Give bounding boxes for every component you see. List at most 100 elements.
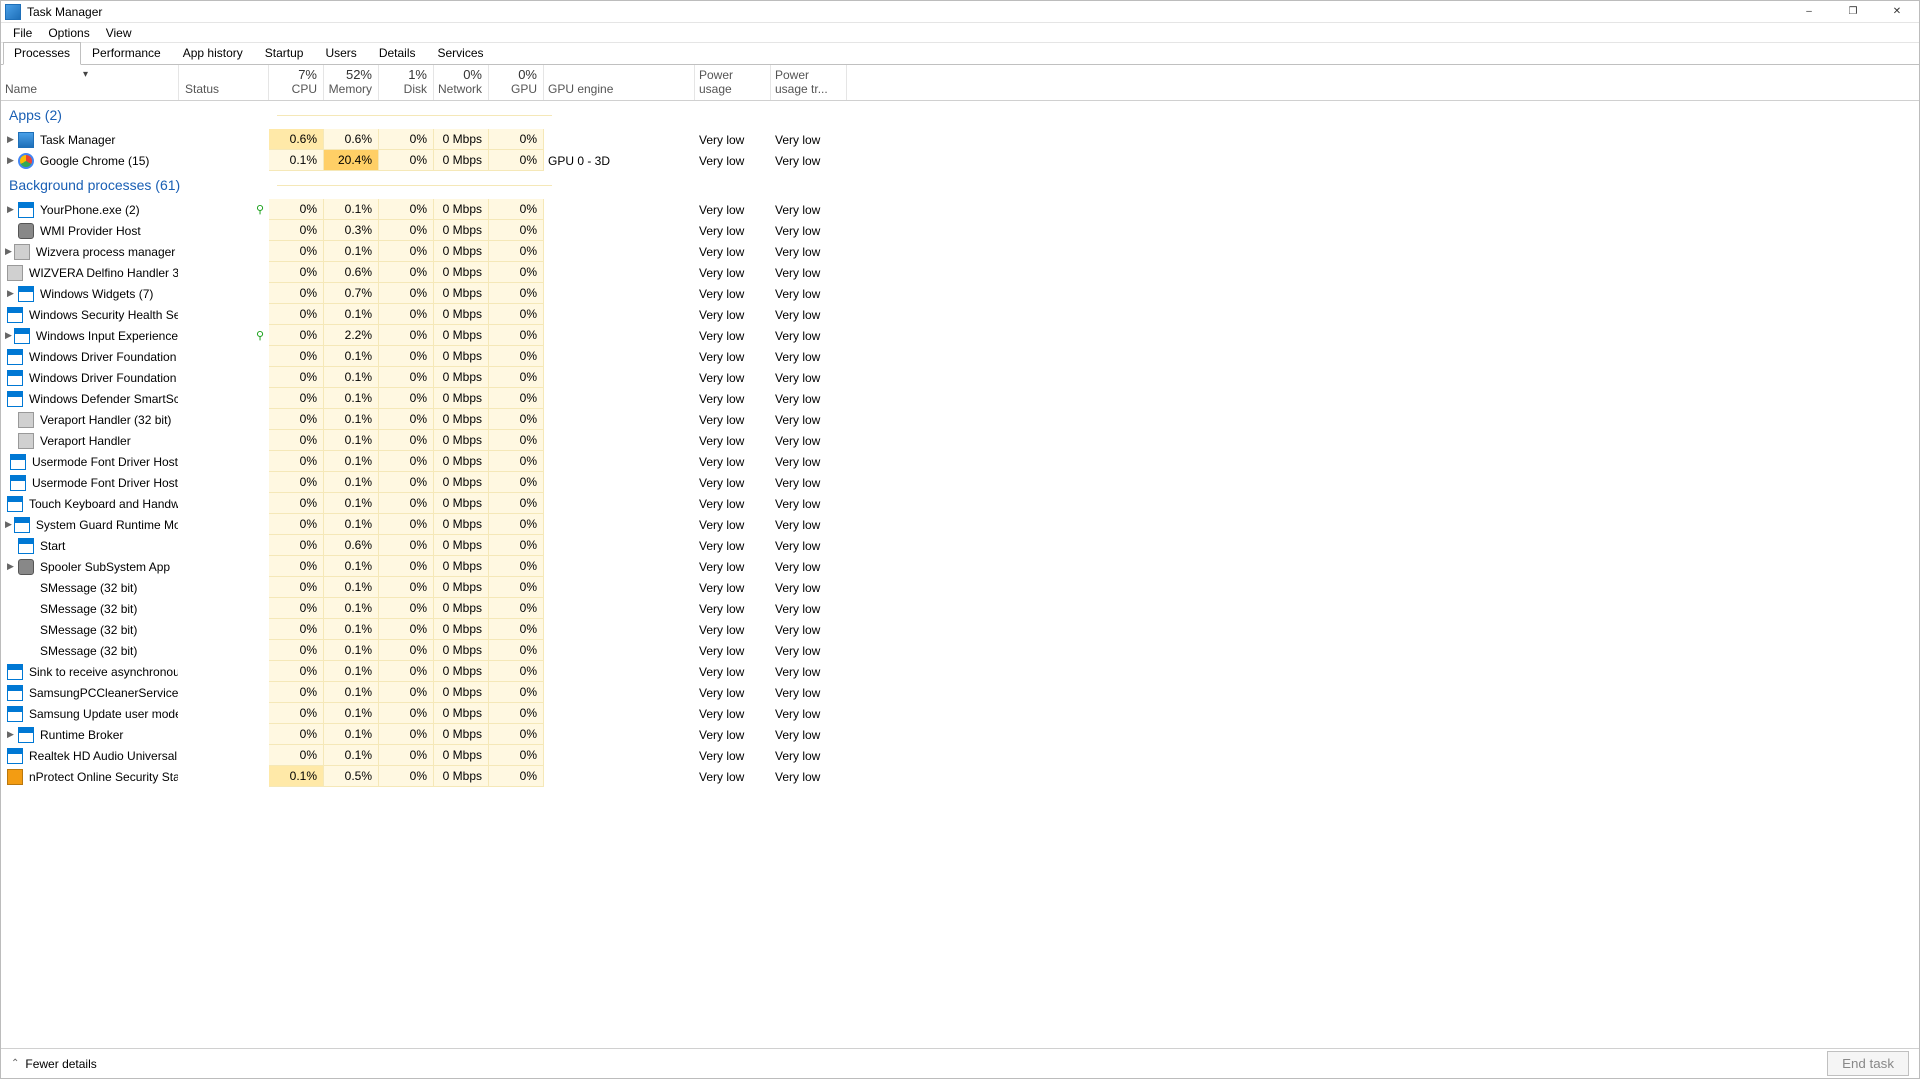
table-row[interactable]: Start0%0.6%0%0 Mbps0%Very lowVery low bbox=[1, 535, 1919, 556]
tab-performance[interactable]: Performance bbox=[81, 42, 172, 65]
table-row[interactable]: Windows Driver Foundation - U...0%0.1%0%… bbox=[1, 346, 1919, 367]
col-header-network[interactable]: 0% Network bbox=[434, 65, 489, 100]
col-header-cpu[interactable]: 7% CPU bbox=[269, 65, 324, 100]
table-row[interactable]: Realtek HD Audio Universal Serv...0%0.1%… bbox=[1, 745, 1919, 766]
chevron-up-icon: ⌃ bbox=[11, 1058, 19, 1069]
cell-mem: 0.6% bbox=[324, 535, 379, 556]
end-task-button[interactable]: End task bbox=[1827, 1051, 1909, 1076]
col-header-status[interactable]: Status bbox=[179, 65, 269, 100]
table-row[interactable]: WIZVERA Delfino Handler 3.6.8....0%0.6%0… bbox=[1, 262, 1919, 283]
table-row[interactable]: SMessage (32 bit)0%0.1%0%0 Mbps0%Very lo… bbox=[1, 619, 1919, 640]
cell-status bbox=[179, 283, 269, 304]
cell-disk: 0% bbox=[379, 283, 434, 304]
cell-cpu: 0% bbox=[269, 577, 324, 598]
table-row[interactable]: Windows Driver Foundation - U...0%0.1%0%… bbox=[1, 367, 1919, 388]
col-header-memory[interactable]: 52% Memory bbox=[324, 65, 379, 100]
tab-details[interactable]: Details bbox=[368, 42, 427, 65]
menu-options[interactable]: Options bbox=[40, 24, 97, 42]
process-name: Touch Keyboard and Handwriti... bbox=[29, 497, 179, 511]
cell-mem: 20.4% bbox=[324, 150, 379, 171]
close-button[interactable]: ✕ bbox=[1875, 1, 1919, 23]
maximize-button[interactable]: ❐ bbox=[1831, 1, 1875, 23]
tab-startup[interactable]: Startup bbox=[254, 42, 315, 65]
group-apps[interactable]: Apps (2) bbox=[1, 101, 1919, 129]
table-row[interactable]: Veraport Handler (32 bit)0%0.1%0%0 Mbps0… bbox=[1, 409, 1919, 430]
col-header-power-trend[interactable]: Power usage tr... bbox=[771, 65, 847, 100]
table-row[interactable]: ▶Windows Widgets (7)0%0.7%0%0 Mbps0%Very… bbox=[1, 283, 1919, 304]
menu-file[interactable]: File bbox=[5, 24, 40, 42]
col-header-gpu-engine[interactable]: GPU engine bbox=[544, 65, 695, 100]
expand-icon[interactable]: ▶ bbox=[5, 519, 12, 530]
cell-mem: 0.1% bbox=[324, 703, 379, 724]
expand-icon[interactable]: ▶ bbox=[5, 561, 16, 572]
expand-icon[interactable]: ▶ bbox=[5, 204, 16, 215]
expand-icon[interactable]: ▶ bbox=[5, 288, 16, 299]
table-row[interactable]: ▶Spooler SubSystem App0%0.1%0%0 Mbps0%Ve… bbox=[1, 556, 1919, 577]
table-row[interactable]: ▶System Guard Runtime Monitor...0%0.1%0%… bbox=[1, 514, 1919, 535]
table-row[interactable]: Windows Security Health Service0%0.1%0%0… bbox=[1, 304, 1919, 325]
cell-cpu: 0% bbox=[269, 346, 324, 367]
tab-processes[interactable]: Processes bbox=[3, 42, 81, 65]
cell-name: SamsungPCCleanerService (32 ... bbox=[1, 682, 179, 703]
expand-icon[interactable]: ▶ bbox=[5, 155, 16, 166]
expand-icon[interactable]: ▶ bbox=[5, 246, 12, 257]
col-header-power[interactable]: Power usage bbox=[695, 65, 771, 100]
fewer-details-button[interactable]: ⌃ Fewer details bbox=[11, 1057, 97, 1071]
chevron-down-icon[interactable]: ▾ bbox=[83, 69, 88, 80]
table-row[interactable]: Samsung Update user mode wo...0%0.1%0%0 … bbox=[1, 703, 1919, 724]
table-row[interactable]: ▶Google Chrome (15)0.1%20.4%0%0 Mbps0%GP… bbox=[1, 150, 1919, 171]
col-header-gpu[interactable]: 0% GPU bbox=[489, 65, 544, 100]
cell-gpu: 0% bbox=[489, 367, 544, 388]
tab-users[interactable]: Users bbox=[314, 42, 367, 65]
col-header-disk[interactable]: 1% Disk bbox=[379, 65, 434, 100]
cell-cpu: 0% bbox=[269, 241, 324, 262]
table-row[interactable]: Usermode Font Driver Host0%0.1%0%0 Mbps0… bbox=[1, 451, 1919, 472]
table-row[interactable]: Usermode Font Driver Host0%0.1%0%0 Mbps0… bbox=[1, 472, 1919, 493]
cell-net: 0 Mbps bbox=[434, 388, 489, 409]
expand-icon[interactable]: ▶ bbox=[5, 330, 12, 341]
expand-icon[interactable]: ▶ bbox=[5, 729, 16, 740]
cell-net: 0 Mbps bbox=[434, 346, 489, 367]
table-row[interactable]: ▶Wizvera process manager servic...0%0.1%… bbox=[1, 241, 1919, 262]
cell-mem: 0.6% bbox=[324, 262, 379, 283]
tab-app-history[interactable]: App history bbox=[172, 42, 254, 65]
expand-icon[interactable]: ▶ bbox=[5, 134, 16, 145]
cell-name: ▶Google Chrome (15) bbox=[1, 150, 179, 171]
cell-mem: 0.1% bbox=[324, 241, 379, 262]
table-row[interactable]: SMessage (32 bit)0%0.1%0%0 Mbps0%Very lo… bbox=[1, 577, 1919, 598]
minimize-button[interactable]: – bbox=[1787, 1, 1831, 23]
column-headers: ▾ Name Status 7% CPU 52% Memory 1% Disk … bbox=[1, 65, 1919, 101]
menu-view[interactable]: View bbox=[98, 24, 140, 42]
group-background[interactable]: Background processes (61) bbox=[1, 171, 1919, 199]
cell-mem: 0.1% bbox=[324, 346, 379, 367]
table-row[interactable]: Veraport Handler0%0.1%0%0 Mbps0%Very low… bbox=[1, 430, 1919, 451]
table-row[interactable]: ▶YourPhone.exe (2)⚲0%0.1%0%0 Mbps0%Very … bbox=[1, 199, 1919, 220]
cell-gpu-engine bbox=[544, 535, 695, 556]
table-row[interactable]: nProtect Online Security Starter ...0.1%… bbox=[1, 766, 1919, 787]
process-icon bbox=[7, 664, 23, 680]
table-row[interactable]: SMessage (32 bit)0%0.1%0%0 Mbps0%Very lo… bbox=[1, 640, 1919, 661]
cell-status bbox=[179, 556, 269, 577]
cell-net: 0 Mbps bbox=[434, 577, 489, 598]
table-row[interactable]: ▶Windows Input Experience (4)⚲0%2.2%0%0 … bbox=[1, 325, 1919, 346]
table-row[interactable]: SamsungPCCleanerService (32 ...0%0.1%0%0… bbox=[1, 682, 1919, 703]
process-name: System Guard Runtime Monitor... bbox=[36, 518, 179, 532]
process-grid[interactable]: ▾ Name Status 7% CPU 52% Memory 1% Disk … bbox=[1, 65, 1919, 1048]
process-icon bbox=[18, 153, 34, 169]
tab-services[interactable]: Services bbox=[427, 42, 495, 65]
cell-net: 0 Mbps bbox=[434, 766, 489, 787]
table-row[interactable]: Touch Keyboard and Handwriti...0%0.1%0%0… bbox=[1, 493, 1919, 514]
table-row[interactable]: ▶Task Manager0.6%0.6%0%0 Mbps0%Very lowV… bbox=[1, 129, 1919, 150]
table-row[interactable]: ▶Runtime Broker0%0.1%0%0 Mbps0%Very lowV… bbox=[1, 724, 1919, 745]
table-row[interactable]: Sink to receive asynchronous ca...0%0.1%… bbox=[1, 661, 1919, 682]
table-row[interactable]: Windows Defender SmartScreen0%0.1%0%0 Mb… bbox=[1, 388, 1919, 409]
cell-gpu: 0% bbox=[489, 682, 544, 703]
cell-mem: 0.1% bbox=[324, 598, 379, 619]
col-header-name[interactable]: Name bbox=[1, 65, 179, 100]
cell-power-usage: Very low bbox=[695, 724, 771, 745]
table-row[interactable]: WMI Provider Host0%0.3%0%0 Mbps0%Very lo… bbox=[1, 220, 1919, 241]
cell-name: Windows Security Health Service bbox=[1, 304, 179, 325]
titlebar: Task Manager – ❐ ✕ bbox=[1, 1, 1919, 23]
cell-gpu: 0% bbox=[489, 150, 544, 171]
table-row[interactable]: SMessage (32 bit)0%0.1%0%0 Mbps0%Very lo… bbox=[1, 598, 1919, 619]
